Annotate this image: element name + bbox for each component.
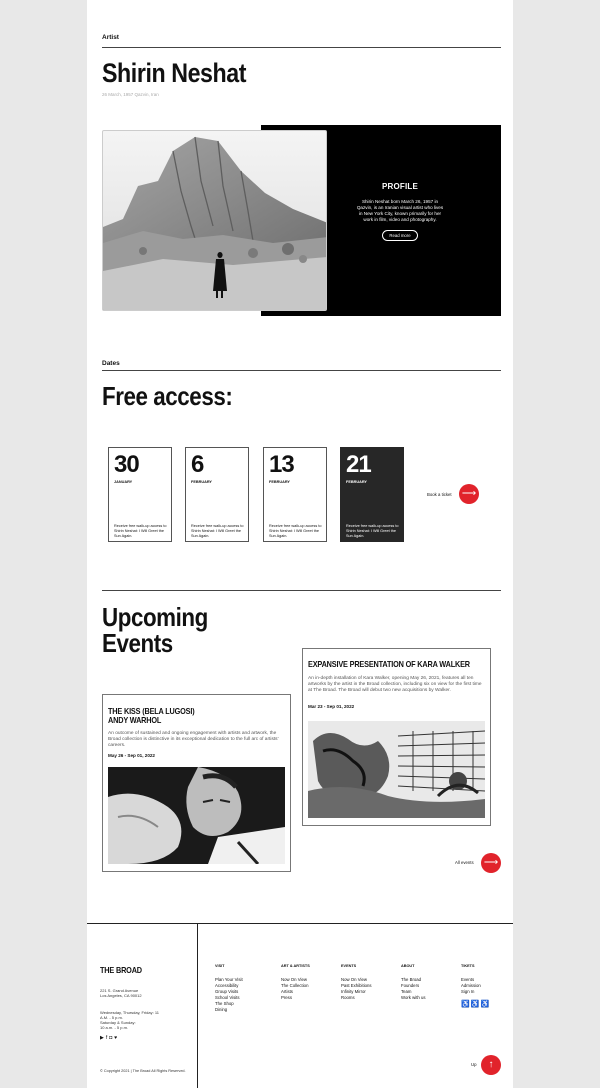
event-date: Mar 23 - Sep 01, 2022 (308, 704, 355, 709)
event-title: THE KISS (BELA LUGOSI) ANDY WARHOL (108, 707, 280, 725)
upcoming-events-title: Upcoming Events (102, 604, 208, 656)
date-description: Receive free walk-up access to Shirin Ne… (346, 524, 399, 538)
footer-divider (87, 923, 513, 924)
profile-text: Shirin Neshat born March 26, 1957 in Qaz… (356, 199, 444, 222)
arrow-right-icon: ⟶ (461, 488, 477, 499)
event-title-line: ANDY WARHOL (108, 715, 162, 725)
all-events-link[interactable]: All events (455, 860, 474, 865)
footer-link[interactable]: Work with us (401, 995, 426, 1001)
event-card-andy-warhol[interactable]: THE KISS (BELA LUGOSI) ANDY WARHOL An ou… (102, 694, 291, 872)
page: Artist Shirin Neshat 26 March, 1957 Qazv… (87, 0, 513, 1088)
footer-col-head: VISIT (215, 964, 225, 968)
free-access-title: Free access: (102, 381, 233, 411)
date-day: 13 (269, 451, 295, 478)
book-ticket-button[interactable]: ⟶ (459, 484, 479, 504)
artist-birth: 26 March, 1957 Qazvin, Iran (102, 92, 159, 97)
back-to-top-label[interactable]: Up (471, 1062, 477, 1067)
footer-col-head: ABOUT (401, 964, 415, 968)
date-description: Receive free walk-up access to Shirin Ne… (269, 524, 322, 538)
footer-link[interactable]: Sign In (461, 989, 481, 995)
hearing-assistance-icon: ♿ (480, 1001, 491, 1008)
footer-column-divider (197, 923, 198, 1088)
wheelchair-icon: ♿ (461, 1001, 471, 1008)
arrow-up-icon: ↑ (488, 1059, 494, 1070)
date-day: 30 (114, 451, 140, 478)
footer-brand-logo[interactable]: THE BROAD (100, 965, 142, 975)
profile-title: PROFILE (381, 182, 419, 191)
book-ticket-link[interactable]: Book a ticket (427, 492, 452, 497)
address-line: Los Angeles, CA 90012 (100, 993, 142, 998)
date-card-selected[interactable]: 21 FEBRUARY Receive free walk-up access … (340, 447, 404, 542)
twitter-icon[interactable]: ♥ (114, 1035, 119, 1041)
footer-col-head: TIKETS (461, 964, 475, 968)
date-description: Receive free walk-up access to Shirin Ne… (191, 524, 244, 538)
audio-description-icon: ♿ (470, 1001, 481, 1008)
footer-address: 221 S. Grand Avenue Los Angeles, CA 9001… (100, 988, 142, 998)
event-description: An in-depth installation of Kara Walker,… (308, 676, 482, 693)
divider (102, 47, 501, 48)
date-day: 21 (346, 451, 372, 478)
event-title: EXPANSIVE PRESENTATION OF KARA WALKER (308, 659, 470, 669)
hours-line: 10 a.m. - 5 p.m. (100, 1025, 129, 1030)
footer-link[interactable]: Dining (215, 1007, 243, 1013)
social-links: ▶f◘♥ (100, 1035, 119, 1041)
divider (102, 590, 501, 591)
the-kiss-artwork-image (108, 767, 285, 864)
arrow-right-icon: ⟶ (483, 857, 499, 868)
date-month: FEBRUARY (191, 480, 212, 484)
footer-col-art: Now On View The Collection Artists Press (281, 977, 308, 1001)
footer-col-about: The Broad Founders Team Work with us (401, 977, 426, 1001)
event-card-kara-walker[interactable]: EXPANSIVE PRESENTATION OF KARA WALKER An… (302, 648, 491, 826)
date-card[interactable]: 6 FEBRUARY Receive free walk-up access t… (185, 447, 249, 542)
date-month: FEBRUARY (269, 480, 290, 484)
footer-col-tickets: Events Admission Sign In (461, 977, 481, 995)
divider (102, 370, 501, 371)
date-card[interactable]: 13 FEBRUARY Receive free walk-up access … (263, 447, 327, 542)
copyright: © Copyright 2021 | The Broad All Rights … (100, 1069, 186, 1073)
event-date: May 26 - Sep 01, 2022 (108, 753, 155, 758)
artist-photo (102, 130, 327, 311)
all-events-button[interactable]: ⟶ (481, 853, 501, 873)
artist-section-label: Artist (102, 34, 119, 41)
date-day: 6 (191, 451, 204, 478)
footer-col-head: EVENTS (341, 964, 357, 968)
kara-walker-artwork-image (308, 721, 485, 818)
event-description: An outcome of sustained and ongoing enga… (108, 731, 279, 748)
date-month: JANUARY (114, 480, 133, 484)
artist-name: Shirin Neshat (102, 58, 247, 88)
footer-col-head: ART & ARTISTS (281, 964, 310, 968)
date-month: FEBRUARY (346, 480, 367, 484)
accessibility-icons: ♿♿♿ (461, 1000, 490, 1008)
date-description: Receive free walk-up access to Shirin Ne… (114, 524, 167, 538)
read-more-button[interactable]: Read more (382, 230, 418, 241)
footer-col-events: Now On View Past Exhibitions Infinity Mi… (341, 977, 372, 1001)
footer-hours: Wednesday, Thursday, Friday: 11 A.M. - 5… (100, 1010, 159, 1030)
dates-section-label: Dates (102, 360, 120, 367)
title-line: Upcoming (102, 602, 208, 632)
title-line: Events (102, 628, 173, 658)
back-to-top-button[interactable]: ↑ (481, 1055, 501, 1075)
footer-link[interactable]: Rooms (341, 995, 372, 1001)
footer-col-visit: Plan Your Visit Accessibility Group Visi… (215, 977, 243, 1014)
date-card[interactable]: 30 JANUARY Receive free walk-up access t… (108, 447, 172, 542)
footer-link[interactable]: Press (281, 995, 308, 1001)
